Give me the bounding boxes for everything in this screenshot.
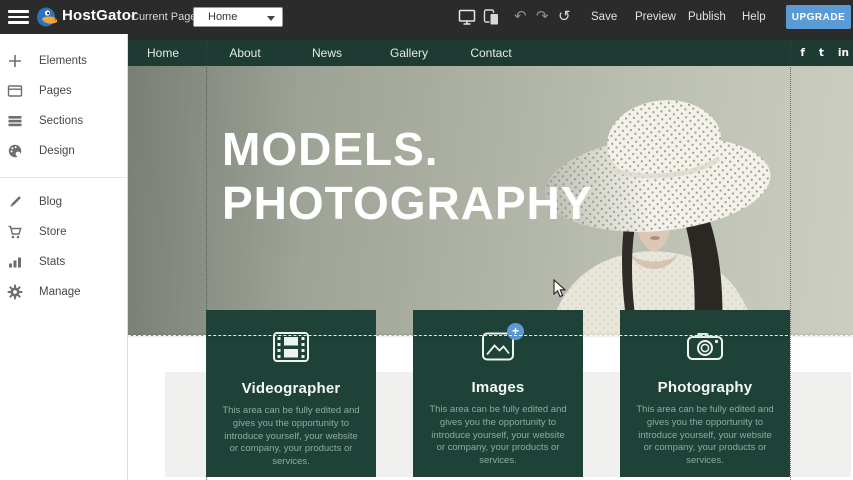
card-images[interactable]: + Images This area can be fully edited a… — [413, 310, 583, 477]
sidebar-item-label: Store — [39, 226, 67, 238]
top-toolbar: HostGator Current Page: Home ↶ ↷ ↺ Save … — [0, 0, 853, 34]
sidebar-item-label: Sections — [39, 115, 83, 127]
site-nav-gallery[interactable]: Gallery — [368, 40, 450, 66]
brand-title: HostGator — [62, 7, 137, 24]
chevron-down-icon — [267, 16, 275, 21]
hero-section[interactable]: MODELS. PHOTOGRAPHY — [128, 66, 853, 336]
desktop-view-icon[interactable] — [458, 9, 476, 26]
plus-icon — [7, 53, 23, 69]
sidebar-item-label: Stats — [39, 256, 65, 268]
camera-icon — [686, 331, 724, 362]
sidebar-item-store[interactable]: Store — [0, 217, 127, 247]
card-title: Images — [426, 379, 570, 396]
sidebar-item-pages[interactable]: Pages — [0, 76, 127, 106]
help-button[interactable]: Help — [742, 0, 766, 34]
cart-icon — [7, 224, 23, 240]
sidebar-item-label: Blog — [39, 196, 62, 208]
sidebar-item-sections[interactable]: Sections — [0, 106, 127, 136]
twitter-icon[interactable]: t — [819, 47, 824, 59]
sidebar-item-design[interactable]: Design — [0, 136, 127, 166]
upgrade-button[interactable]: UPGRADE — [786, 5, 851, 29]
palette-icon — [7, 143, 23, 159]
card-body-text[interactable]: This area can be fully edited and gives … — [633, 404, 777, 468]
gear-icon — [7, 284, 23, 300]
hero-heading[interactable]: MODELS. PHOTOGRAPHY — [222, 122, 593, 230]
feature-cards-row: Videographer This area can be fully edit… — [206, 310, 790, 477]
mobile-view-icon[interactable] — [483, 9, 500, 26]
sidebar-item-elements[interactable]: Elements — [0, 46, 127, 76]
publish-button[interactable]: Publish — [688, 0, 726, 34]
site-preview-canvas: Home About News Gallery Contact f t in — [128, 34, 853, 480]
site-nav-contact[interactable]: Contact — [450, 40, 532, 66]
site-navbar: Home About News Gallery Contact f t in — [128, 40, 853, 66]
card-photography[interactable]: Photography This area can be fully edite… — [620, 310, 790, 477]
card-body-text[interactable]: This area can be fully edited and gives … — [426, 404, 570, 468]
sidebar-item-stats[interactable]: Stats — [0, 247, 127, 277]
redo-icon[interactable]: ↷ — [536, 6, 549, 26]
page-select-dropdown[interactable]: Home — [193, 7, 283, 27]
pencil-icon — [7, 194, 23, 210]
sidebar-item-blog[interactable]: Blog — [0, 187, 127, 217]
hostgator-builder-window: HostGator Current Page: Home ↶ ↷ ↺ Save … — [0, 0, 853, 480]
add-image-button[interactable]: + — [507, 323, 524, 340]
linkedin-icon[interactable]: in — [838, 47, 849, 59]
hamburger-menu-icon[interactable] — [8, 10, 29, 24]
site-nav-news[interactable]: News — [286, 40, 368, 66]
sidebar-item-label: Design — [39, 145, 75, 157]
page-icon — [7, 83, 23, 99]
facebook-icon[interactable]: f — [800, 47, 805, 59]
sections-icon — [7, 113, 23, 129]
hero-heading-line1: MODELS. — [222, 122, 593, 176]
hero-heading-line2: PHOTOGRAPHY — [222, 176, 593, 230]
sidebar-item-label: Elements — [39, 55, 87, 67]
card-videographer[interactable]: Videographer This area can be fully edit… — [206, 310, 376, 477]
sidebar-divider — [0, 177, 127, 178]
sidebar-item-label: Pages — [39, 85, 72, 97]
current-page-label: Current Page: — [131, 11, 199, 23]
site-nav-about[interactable]: About — [204, 40, 286, 66]
sidebar-item-label: Manage — [39, 286, 81, 298]
editor-sidebar: Elements Pages Sections Design Blog — [0, 34, 128, 480]
card-title: Photography — [633, 379, 777, 396]
card-title: Videographer — [219, 380, 363, 397]
hostgator-gator-logo-icon — [36, 6, 60, 28]
film-strip-icon — [272, 331, 310, 363]
undo-icon[interactable]: ↶ — [514, 6, 527, 26]
save-button[interactable]: Save — [591, 0, 617, 34]
history-icon[interactable]: ↺ — [558, 6, 571, 26]
card-body-text[interactable]: This area can be fully edited and gives … — [219, 405, 363, 469]
sidebar-item-manage[interactable]: Manage — [0, 277, 127, 307]
bar-chart-icon — [7, 254, 23, 270]
page-select-value: Home — [208, 11, 237, 23]
site-nav-home[interactable]: Home — [128, 40, 204, 66]
preview-button[interactable]: Preview — [635, 0, 676, 34]
